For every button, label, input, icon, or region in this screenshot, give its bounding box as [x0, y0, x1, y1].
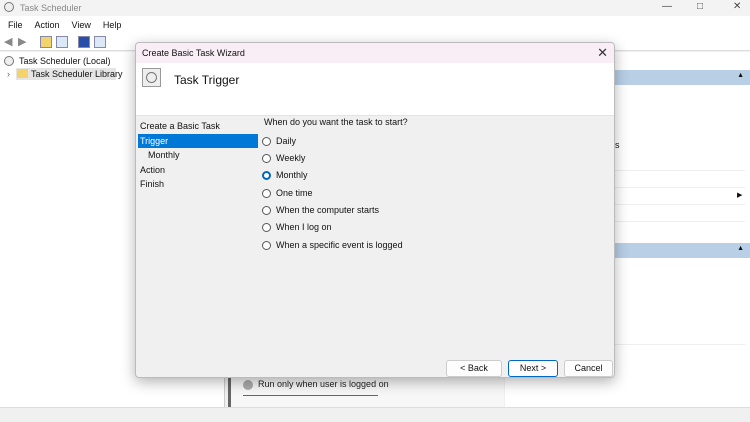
- option-label: When I log on: [276, 222, 332, 232]
- task-scheduler-icon: [4, 2, 14, 12]
- step-finish[interactable]: Finish: [138, 177, 258, 192]
- option-label: Daily: [276, 136, 297, 146]
- cancel-button[interactable]: Cancel: [564, 360, 613, 377]
- menu-action[interactable]: Action: [35, 20, 60, 30]
- back-button[interactable]: < Back: [446, 360, 502, 377]
- option-log-on[interactable]: When I log on: [262, 222, 332, 232]
- window-title-bar: Task Scheduler — □ ✕: [0, 0, 750, 16]
- create-basic-task-wizard: Create Basic Task Wizard ✕ Task Trigger …: [135, 42, 615, 378]
- dialog-header: Task Trigger: [136, 63, 614, 116]
- option-label: One time: [276, 188, 313, 198]
- step-monthly[interactable]: Monthly: [138, 148, 258, 163]
- show-hide-console-icon[interactable]: [56, 36, 68, 48]
- wizard-steps: Create a Basic Task Trigger Monthly Acti…: [138, 119, 258, 192]
- option-daily[interactable]: Daily: [262, 136, 296, 146]
- option-weekly[interactable]: Weekly: [262, 153, 305, 163]
- back-arrow-icon[interactable]: ◀: [4, 35, 12, 48]
- radio-button[interactable]: [262, 222, 271, 232]
- collapse-icon[interactable]: ▲: [737, 245, 744, 252]
- show-action-pane-icon[interactable]: [94, 36, 106, 48]
- option-label: Weekly: [276, 153, 306, 163]
- folder-up-icon[interactable]: [40, 36, 52, 48]
- submenu-arrow-icon[interactable]: ▶: [737, 191, 742, 199]
- task-trigger-icon: [142, 68, 161, 87]
- folder-icon: [17, 69, 28, 78]
- option-one-time[interactable]: One time: [262, 188, 313, 198]
- option-label: When a specific event is logged: [276, 240, 403, 250]
- minimize-button[interactable]: —: [662, 1, 672, 12]
- radio-button[interactable]: [262, 136, 271, 146]
- divider: [243, 395, 378, 396]
- menu-bar: File Action View Help: [0, 16, 750, 33]
- radio-button[interactable]: [262, 188, 271, 198]
- tree-item-local[interactable]: Task Scheduler (Local): [19, 56, 111, 66]
- radio-disabled: [243, 380, 253, 390]
- dialog-title: Create Basic Task Wizard: [142, 48, 245, 58]
- menu-view[interactable]: View: [72, 20, 91, 30]
- status-bar: [0, 407, 750, 422]
- trigger-question: When do you want the task to start?: [264, 117, 408, 127]
- option-event-logged[interactable]: When a specific event is logged: [262, 240, 403, 250]
- dialog-title-bar: Create Basic Task Wizard ✕: [136, 43, 614, 63]
- forward-arrow-icon[interactable]: ▶: [18, 35, 26, 48]
- tree-item-library[interactable]: Task Scheduler Library: [31, 69, 123, 79]
- window-title: Task Scheduler: [20, 3, 82, 13]
- close-icon[interactable]: ✕: [597, 45, 608, 61]
- menu-help[interactable]: Help: [103, 20, 122, 30]
- step-create-basic-task[interactable]: Create a Basic Task: [138, 119, 258, 134]
- option-monthly[interactable]: Monthly: [262, 170, 308, 180]
- partial-action-text: s: [615, 140, 620, 150]
- option-label: When the computer starts: [276, 205, 380, 215]
- option-label: Monthly: [276, 170, 308, 180]
- run-only-logged-on-label: Run only when user is logged on: [258, 379, 389, 389]
- menu-file[interactable]: File: [8, 20, 23, 30]
- help-icon[interactable]: [78, 36, 90, 48]
- maximize-button[interactable]: □: [697, 1, 703, 12]
- expand-chevron-icon[interactable]: ›: [7, 69, 10, 79]
- radio-button[interactable]: [262, 153, 271, 163]
- option-computer-starts[interactable]: When the computer starts: [262, 205, 379, 215]
- collapse-icon[interactable]: ▲: [737, 72, 744, 79]
- radio-button-selected[interactable]: [262, 170, 271, 180]
- step-action[interactable]: Action: [138, 163, 258, 178]
- radio-button[interactable]: [262, 205, 271, 215]
- clock-icon: [4, 56, 14, 66]
- page-title: Task Trigger: [174, 73, 240, 87]
- next-button[interactable]: Next >: [508, 360, 558, 377]
- close-window-button[interactable]: ✕: [733, 1, 741, 12]
- radio-button[interactable]: [262, 240, 271, 250]
- step-trigger[interactable]: Trigger: [138, 133, 258, 148]
